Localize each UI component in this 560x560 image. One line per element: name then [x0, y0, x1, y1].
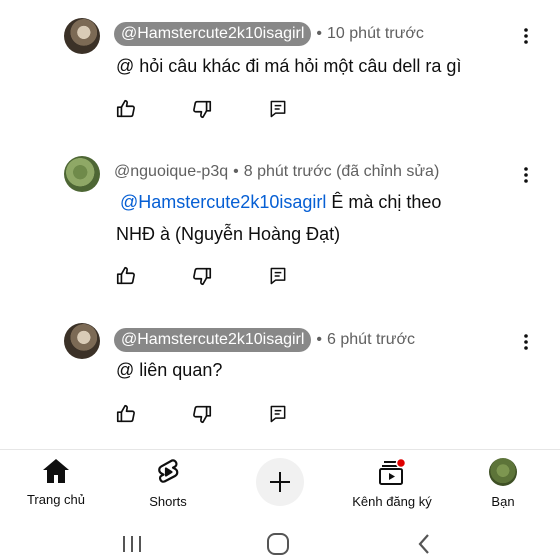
comment-more-button[interactable] — [516, 24, 536, 48]
reply-button[interactable] — [266, 97, 290, 121]
home-circle-icon — [267, 533, 289, 555]
reply-button[interactable] — [266, 264, 290, 288]
comment-body-line: NHĐ à (Nguyễn Hoàng Đạt) — [116, 224, 341, 244]
like-button[interactable] — [114, 402, 138, 426]
comment-meta: @nguoique-p3q • 8 phút trước (đã chỉnh s… — [114, 160, 439, 184]
bottom-nav: Trang chủ Shorts Kênh đăng ký Bạn — [0, 449, 560, 527]
nav-subscriptions[interactable]: Kênh đăng ký — [342, 458, 442, 509]
like-button[interactable] — [114, 97, 138, 121]
comment-time: 10 phút trước — [327, 25, 424, 42]
dislike-button[interactable] — [190, 97, 214, 121]
thumbs-up-icon — [116, 404, 135, 423]
you-avatar — [489, 458, 517, 486]
commenter-avatar[interactable] — [64, 323, 100, 359]
shorts-icon — [158, 459, 179, 483]
separator-dot: • — [316, 25, 323, 42]
comment-actions — [114, 402, 342, 426]
reply-icon — [270, 405, 286, 423]
plus-icon — [270, 472, 290, 492]
create-button[interactable] — [256, 458, 304, 506]
comment-more-button[interactable] — [516, 163, 536, 187]
thumbs-up-icon — [116, 99, 135, 118]
nav-home[interactable]: Trang chủ — [6, 458, 106, 507]
thumbs-down-icon — [193, 100, 212, 119]
comment-actions — [114, 97, 342, 121]
recent-apps-icon — [123, 536, 141, 552]
commenter-handle[interactable]: @Hamstercute2k10isagirl — [114, 22, 312, 46]
nav-shorts[interactable]: Shorts — [118, 458, 218, 509]
dislike-button[interactable] — [190, 264, 214, 288]
nav-subscriptions-label: Kênh đăng ký — [352, 494, 432, 509]
comment-time: 6 phút trước — [327, 331, 415, 348]
reply-icon — [270, 100, 286, 118]
more-vert-icon — [524, 334, 528, 350]
comment-meta: @Hamstercute2k10isagirl • 10 phút trước — [114, 22, 424, 46]
system-nav-bar — [0, 527, 560, 560]
back-button[interactable] — [412, 531, 436, 557]
commenter-avatar[interactable] — [64, 156, 100, 192]
comment-body-line: Ê mà chị theo — [326, 192, 442, 212]
commenter-avatar[interactable] — [64, 18, 100, 54]
nav-home-label: Trang chủ — [26, 492, 86, 507]
comment-meta: @Hamstercute2k10isagirl • 6 phút trước — [114, 328, 415, 352]
like-button[interactable] — [114, 264, 138, 288]
thumbs-down-icon — [193, 405, 212, 424]
nav-shorts-label: Shorts — [149, 494, 187, 509]
thumbs-down-icon — [193, 267, 212, 286]
more-vert-icon — [524, 167, 528, 183]
comment-body: @ hỏi câu khác đi má hỏi một câu dell ra… — [116, 56, 462, 76]
reply-button[interactable] — [266, 402, 290, 426]
comment-body: @Hamstercute2k10isagirl Ê mà chị theo — [120, 186, 520, 218]
comment-time: 8 phút trước (đã chỉnh sửa) — [243, 163, 440, 180]
reply-icon — [270, 267, 286, 285]
commenter-handle[interactable]: @nguoique-p3q — [114, 163, 228, 181]
separator-dot: • — [233, 163, 239, 180]
mention-link[interactable]: @Hamstercute2k10isagirl — [120, 192, 326, 212]
subscriptions-icon — [379, 458, 407, 485]
more-vert-icon — [524, 28, 528, 44]
separator-dot: • — [316, 331, 323, 348]
notification-dot — [395, 458, 407, 469]
thumbs-up-icon — [116, 266, 135, 285]
home-icon — [43, 459, 69, 483]
nav-you[interactable]: Bạn — [453, 458, 553, 509]
commenter-handle[interactable]: @Hamstercute2k10isagirl — [114, 328, 312, 352]
recent-apps-button[interactable] — [118, 531, 146, 557]
nav-you-label: Bạn — [491, 494, 515, 509]
dislike-button[interactable] — [190, 402, 214, 426]
comment-actions — [114, 264, 342, 288]
comment-body: @ liên quan? — [116, 360, 223, 380]
back-chevron-icon — [418, 534, 429, 554]
home-system-button[interactable] — [264, 531, 292, 557]
comment-more-button[interactable] — [516, 330, 536, 354]
